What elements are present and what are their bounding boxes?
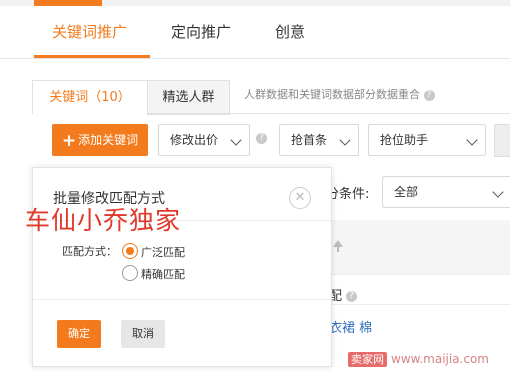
close-icon[interactable]: ✕ bbox=[289, 187, 311, 209]
subtab-keywords-count: （10） bbox=[88, 90, 131, 105]
table-cell-match: 配 ? bbox=[329, 285, 358, 304]
filter-select[interactable]: 全部 bbox=[382, 176, 510, 208]
option-exact-match[interactable]: 精确匹配 bbox=[141, 266, 185, 282]
grab-top-label: 抢首条 bbox=[291, 133, 328, 147]
subtab-keywords[interactable]: 关键词（10） bbox=[32, 80, 148, 115]
tab-targeted-promotion[interactable]: 定向推广 bbox=[171, 21, 231, 42]
batch-match-modal: 批量修改匹配方式 ✕ 车仙小乔独家 匹配方式： 广泛匹配 精确匹配 确定 取消 bbox=[25, 167, 332, 367]
add-keyword-button[interactable]: + 添加关键词 bbox=[52, 124, 148, 156]
data-overlap-note: 人群数据和关键词数据部分数据重合 ? bbox=[244, 86, 435, 102]
site-watermark-url: www.maijia.com bbox=[391, 352, 489, 366]
modal-divider bbox=[33, 299, 331, 300]
modify-bid-dropdown[interactable]: 修改出价 bbox=[158, 124, 250, 156]
chevron-down-icon bbox=[230, 134, 242, 146]
filter-label: 分条件: bbox=[326, 187, 370, 202]
row-divider bbox=[320, 274, 510, 275]
tab-creative[interactable]: 创意 bbox=[275, 21, 305, 42]
radio-broad-match[interactable] bbox=[122, 243, 138, 259]
modify-bid-label: 修改出价 bbox=[170, 133, 219, 147]
subtab-keywords-label: 关键词 bbox=[49, 90, 89, 105]
site-watermark-brand: 卖家网 bbox=[348, 352, 387, 367]
author-watermark: 车仙小乔独家 bbox=[25, 206, 182, 235]
filter-selected: 全部 bbox=[394, 185, 419, 199]
option-broad-match[interactable]: 广泛匹配 bbox=[141, 244, 185, 260]
table-header bbox=[320, 220, 510, 274]
site-watermark: 卖家网 www.maijia.com bbox=[348, 352, 489, 367]
plus-icon: + bbox=[61, 130, 77, 151]
data-overlap-note-text: 人群数据和关键词数据部分数据重合 bbox=[244, 88, 420, 101]
chevron-down-icon bbox=[492, 186, 504, 198]
rank-helper-label: 抢位助手 bbox=[380, 133, 429, 147]
add-keyword-label: 添加关键词 bbox=[78, 133, 139, 147]
tab-keyword-promotion[interactable]: 关键词推广 bbox=[52, 21, 127, 42]
keyword-link[interactable]: 衣裙 棉 bbox=[329, 317, 372, 336]
confirm-button[interactable]: 确定 bbox=[57, 320, 101, 348]
chevron-down-icon bbox=[339, 134, 351, 146]
subtab-selected-crowd[interactable]: 精选人群 bbox=[147, 80, 230, 115]
main-nav: 关键词推广 定向推广 创意 bbox=[0, 6, 510, 59]
grab-top-dropdown[interactable]: 抢首条 bbox=[279, 124, 359, 156]
radio-exact-match[interactable] bbox=[122, 265, 138, 281]
active-tab-indicator bbox=[34, 55, 150, 58]
help-icon[interactable]: ? bbox=[346, 291, 358, 302]
subtab-divider bbox=[147, 113, 510, 114]
sort-up-icon-stem bbox=[337, 246, 339, 252]
row-divider bbox=[320, 304, 510, 305]
help-icon[interactable]: ? bbox=[423, 89, 435, 101]
rank-helper-dropdown[interactable]: 抢位助手 bbox=[368, 124, 486, 156]
chevron-down-icon bbox=[466, 134, 478, 146]
cancel-button[interactable]: 取消 bbox=[121, 320, 165, 348]
more-button[interactable] bbox=[494, 124, 510, 157]
match-type-label: 匹配方式： bbox=[62, 245, 117, 258]
help-icon[interactable]: ? bbox=[256, 133, 267, 144]
